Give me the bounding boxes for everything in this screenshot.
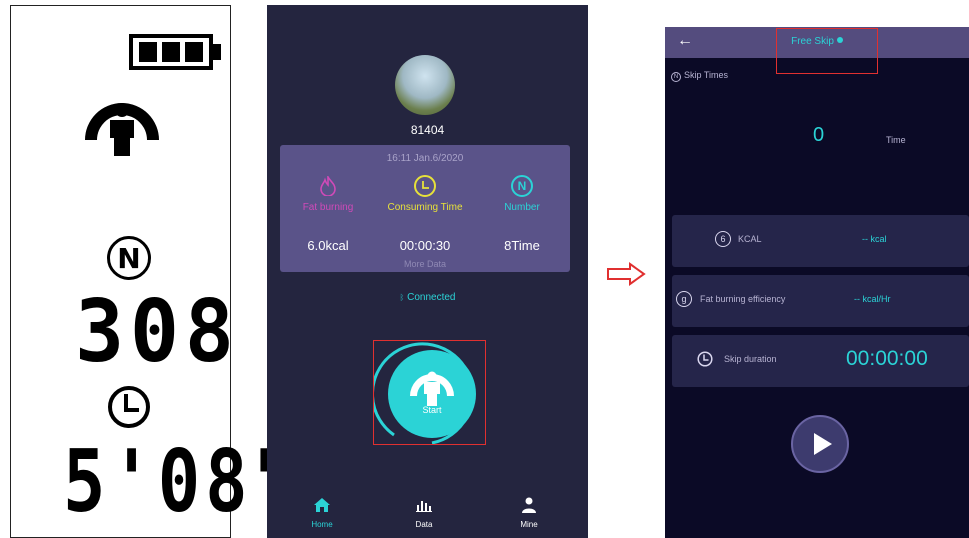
stat-value-fat-burning: 6.0kcal: [307, 238, 349, 253]
jump-count-digits: 308: [75, 282, 240, 382]
avatar[interactable]: [395, 55, 455, 115]
connection-status-text: Connected: [407, 292, 456, 303]
metric-value: -- kcal: [862, 234, 887, 244]
tab-mine[interactable]: Mine: [499, 497, 559, 529]
metric-value: -- kcal/Hr: [854, 294, 891, 304]
stat-label: Fat burning: [302, 202, 354, 213]
clock-icon: [697, 351, 713, 367]
skip-times-row: N Skip Times: [671, 70, 728, 82]
stat-value-consuming-time: 00:00:30: [399, 238, 451, 253]
skip-count-value: 0: [813, 124, 825, 146]
more-data-link[interactable]: More Data: [280, 259, 570, 269]
metric-card-fat-efficiency: g Fat burning efficiency -- kcal/Hr: [672, 275, 969, 327]
tab-label: Data: [415, 520, 433, 529]
stat-value-number: 8Time: [504, 238, 540, 253]
stat-fat-burning: Fat burning: [280, 175, 376, 213]
count-n-icon: N: [107, 236, 151, 280]
metric-label: KCAL: [738, 234, 762, 244]
home-screen: 81404 16:11 Jan.6/2020 Fat burning Consu…: [267, 5, 588, 538]
start-highlight-box: [373, 340, 486, 445]
skip-times-label: Skip Times: [684, 70, 729, 80]
tab-data[interactable]: Data: [394, 497, 454, 529]
metric-card-kcal: 6 KCAL -- kcal: [672, 215, 969, 267]
stat-number: N Number: [474, 175, 570, 213]
stats-card: 16:11 Jan.6/2020 Fat burning Consuming T…: [280, 145, 570, 272]
person-icon: [522, 497, 536, 513]
number-n-icon: N: [671, 72, 681, 82]
stat-consuming-time: Consuming Time: [377, 175, 473, 213]
calorie-icon: 6: [715, 231, 731, 247]
username: 81404: [410, 123, 445, 137]
tab-label: Mine: [520, 520, 538, 529]
title-highlight-box: [776, 28, 878, 74]
clock-icon: [414, 175, 436, 197]
bar-chart-icon: [416, 501, 432, 512]
connection-status: ᛒ Connected: [267, 292, 588, 303]
metric-label: Skip duration: [724, 354, 777, 364]
flame-icon: [317, 175, 339, 197]
play-icon: [814, 433, 832, 455]
battery-icon: [129, 34, 221, 70]
stat-label: Consuming Time: [387, 202, 463, 213]
tab-label: Home: [311, 520, 333, 529]
jump-rope-icon: [85, 103, 159, 156]
metric-label: Fat burning efficiency: [700, 294, 786, 304]
free-skip-screen: ← Free Skip N Skip Times 0 Time 6 KCAL --…: [665, 27, 969, 538]
lcd-display-panel: N 308 5'08": [10, 5, 295, 538]
bluetooth-icon: ᛒ: [399, 293, 405, 302]
stat-label: Number: [504, 202, 540, 213]
tab-home[interactable]: Home: [292, 497, 352, 529]
tab-bar: Home Data Mine: [267, 497, 588, 538]
efficiency-icon: g: [676, 291, 692, 307]
number-n-icon: N: [511, 175, 533, 197]
play-button[interactable]: [791, 415, 849, 473]
flow-arrow-icon: [607, 262, 646, 286]
elapsed-time-digits: 5'08": [63, 432, 300, 532]
metric-card-duration: Skip duration 00:00:00: [672, 335, 969, 387]
skip-count-unit: Time: [886, 135, 906, 145]
stats-date: 16:11 Jan.6/2020: [386, 153, 464, 164]
metric-value: 00:00:00: [846, 347, 928, 370]
clock-icon: [108, 386, 150, 428]
home-icon: [314, 498, 330, 512]
